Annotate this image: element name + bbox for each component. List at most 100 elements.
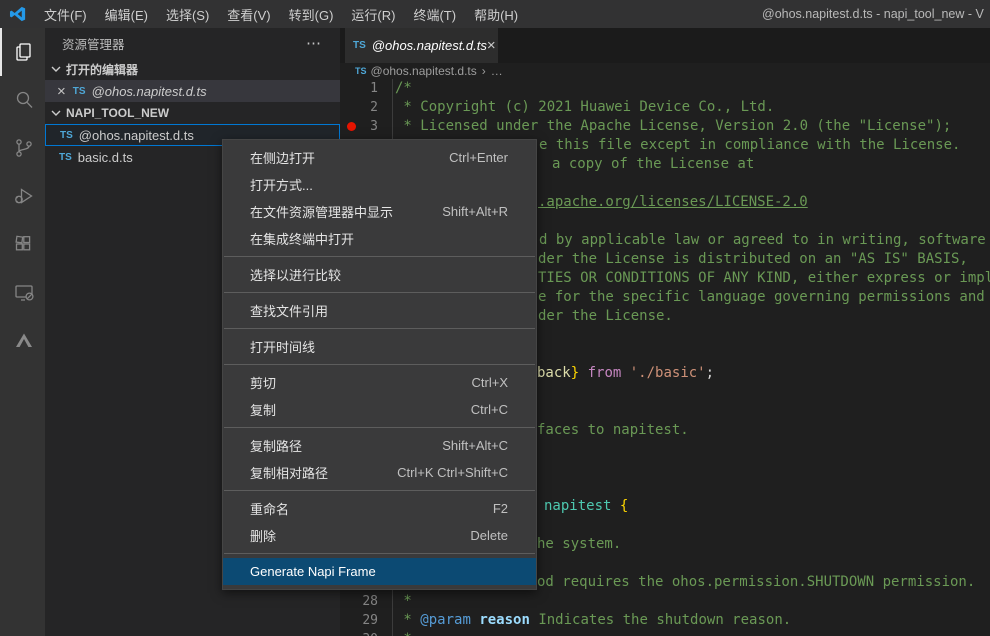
breadcrumb[interactable]: TS @ohos.napitest.d.ts › … bbox=[340, 63, 990, 79]
menu-item-shortcut: Shift+Alt+C bbox=[442, 438, 508, 453]
tab-label: @ohos.napitest.d.ts bbox=[372, 38, 487, 53]
open-editor-item[interactable]: ×TS@ohos.napitest.d.ts bbox=[45, 80, 340, 102]
token-brace: { bbox=[620, 498, 628, 514]
token-comment: /* bbox=[395, 80, 412, 96]
ts-file-icon: TS bbox=[73, 86, 86, 97]
code-text: od requires the ohos.permission.SHUTDOWN… bbox=[537, 573, 975, 592]
run-debug-icon bbox=[12, 184, 36, 208]
tab-ohos-napitest[interactable]: TS @ohos.napitest.d.ts × bbox=[345, 28, 498, 63]
breadcrumb-symbol[interactable]: … bbox=[491, 64, 503, 78]
code-text: /* bbox=[395, 79, 412, 98]
menu-item-4-0[interactable]: 剪切Ctrl+X bbox=[223, 369, 536, 396]
menubar-item-3[interactable]: 选择(S) bbox=[157, 0, 218, 28]
deveco-triangle-icon bbox=[12, 328, 36, 352]
menu-separator bbox=[224, 364, 535, 365]
token-plain bbox=[579, 365, 587, 381]
menu-item-3-0[interactable]: 打开时间线 bbox=[223, 333, 536, 360]
code-text: .apache.org/licenses/LICENSE-2.0 bbox=[538, 193, 808, 212]
token-comment: der the License is distributed on an "AS… bbox=[538, 251, 968, 267]
code-text: e this file except in compliance with th… bbox=[539, 136, 960, 155]
code-text: he system. bbox=[537, 535, 621, 554]
token-comment: Indicates the shutdown reason. bbox=[530, 612, 791, 628]
tab-close-icon[interactable]: × bbox=[487, 37, 496, 54]
token-brace: } bbox=[571, 365, 579, 381]
activity-bar bbox=[0, 28, 45, 636]
token-comment: * Copyright (c) 2021 Huawei Device Co., … bbox=[395, 99, 774, 115]
code-text: der the License is distributed on an "AS… bbox=[538, 250, 968, 269]
menu-item-6-1[interactable]: 删除Delete bbox=[223, 522, 536, 549]
code-text: a copy of the License at bbox=[552, 155, 754, 174]
code-text: * bbox=[395, 592, 412, 611]
menubar-item-7[interactable]: 终端(T) bbox=[404, 0, 465, 28]
section-label: NAPI_TOOL_NEW bbox=[66, 106, 169, 120]
code-text: e for the specific language governing pe… bbox=[538, 288, 985, 307]
menu-item-5-1[interactable]: 复制相对路径Ctrl+K Ctrl+Shift+C bbox=[223, 459, 536, 486]
menubar-item-8[interactable]: 帮助(H) bbox=[465, 0, 527, 28]
activitybar-run-debug-button[interactable] bbox=[0, 172, 45, 220]
source-control-icon bbox=[12, 136, 36, 160]
title-bar: 文件(F)编辑(E)选择(S)查看(V)转到(G)运行(R)终端(T)帮助(H)… bbox=[0, 0, 990, 28]
file-name: basic.d.ts bbox=[78, 150, 133, 165]
code-line-2[interactable]: 2 * Copyright (c) 2021 Huawei Device Co.… bbox=[340, 98, 990, 117]
code-line-1[interactable]: 1/* bbox=[340, 79, 990, 98]
menu-item-0-3[interactable]: 在集成终端中打开 bbox=[223, 225, 536, 252]
code-line-29[interactable]: 29 * @param reason Indicates the shutdow… bbox=[340, 611, 990, 630]
menu-item-shortcut: Ctrl+Enter bbox=[449, 150, 508, 165]
menubar-item-1[interactable]: 文件(F) bbox=[35, 0, 96, 28]
menubar-item-2[interactable]: 编辑(E) bbox=[96, 0, 157, 28]
token-comment: e for the specific language governing pe… bbox=[538, 289, 985, 305]
menu-item-shortcut: Ctrl+X bbox=[472, 375, 508, 390]
section-header-open-editors[interactable]: 打开的编辑器 bbox=[45, 58, 340, 80]
chevron-down-icon bbox=[48, 61, 64, 77]
menu-item-label: Generate Napi Frame bbox=[250, 564, 376, 579]
menubar-item-4[interactable]: 查看(V) bbox=[218, 0, 279, 28]
token-comment: d by applicable law or agreed to in writ… bbox=[539, 232, 986, 248]
ts-file-icon: TS bbox=[353, 40, 366, 51]
menu-item-0-2[interactable]: 在文件资源管理器中显示Shift+Alt+R bbox=[223, 198, 536, 225]
file-name: @ohos.napitest.d.ts bbox=[79, 128, 194, 143]
close-icon[interactable]: × bbox=[57, 83, 66, 100]
activitybar-source-control-button[interactable] bbox=[0, 124, 45, 172]
menu-item-2-0[interactable]: 查找文件引用 bbox=[223, 297, 536, 324]
code-text: TIES OR CONDITIONS OF ANY KIND, either e… bbox=[538, 269, 990, 288]
breadcrumb-file[interactable]: @ohos.napitest.d.ts bbox=[371, 64, 477, 78]
more-actions-icon[interactable]: ⋯ bbox=[306, 34, 322, 52]
token-ident: back bbox=[537, 365, 571, 381]
menubar-item-5[interactable]: 转到(G) bbox=[280, 0, 343, 28]
extensions-icon bbox=[12, 232, 36, 256]
menu-item-0-0[interactable]: 在侧边打开 Ctrl+Enter bbox=[223, 144, 536, 171]
menu-item-1-0[interactable]: 选择以进行比较 bbox=[223, 261, 536, 288]
activitybar-deveco-triangle-button[interactable] bbox=[0, 316, 45, 364]
code-line-28[interactable]: 28 * bbox=[340, 592, 990, 611]
menu-item-label: 删除 bbox=[250, 526, 276, 545]
activitybar-remote-explorer-button[interactable] bbox=[0, 268, 45, 316]
activitybar-files-button[interactable] bbox=[0, 28, 45, 76]
token-comment: faces to napitest. bbox=[537, 422, 689, 438]
menu-separator bbox=[224, 553, 535, 554]
menu-item-5-0[interactable]: 复制路径Shift+Alt+C bbox=[223, 432, 536, 459]
menu-separator bbox=[224, 427, 535, 428]
menu-item-generate-napi-frame[interactable]: Generate Napi Frame bbox=[223, 558, 536, 585]
vscode-logo-icon bbox=[9, 5, 27, 23]
vscode-window: 文件(F)编辑(E)选择(S)查看(V)转到(G)运行(R)终端(T)帮助(H)… bbox=[0, 0, 990, 636]
activitybar-search-button[interactable] bbox=[0, 76, 45, 124]
explorer-title: 资源管理器 bbox=[62, 34, 125, 53]
menu-item-6-0[interactable]: 重命名F2 bbox=[223, 495, 536, 522]
section-header-napi-tool-new[interactable]: NAPI_TOOL_NEW bbox=[45, 102, 340, 124]
menu-item-label: 在侧边打开 bbox=[250, 148, 315, 167]
code-line-30[interactable]: 30 * bbox=[340, 630, 990, 636]
line-number: 3 bbox=[340, 117, 378, 136]
menubar-item-6[interactable]: 运行(R) bbox=[342, 0, 404, 28]
activitybar-extensions-button[interactable] bbox=[0, 220, 45, 268]
menu-item-4-1[interactable]: 复制Ctrl+C bbox=[223, 396, 536, 423]
menu-item-0-1[interactable]: 打开方式... bbox=[223, 171, 536, 198]
breadcrumb-separator-icon: › bbox=[482, 64, 486, 78]
menu-bar: 文件(F)编辑(E)选择(S)查看(V)转到(G)运行(R)终端(T)帮助(H) bbox=[35, 0, 527, 28]
code-text: * Copyright (c) 2021 Huawei Device Co., … bbox=[395, 98, 774, 117]
context-menu: 在侧边打开 Ctrl+Enter 打开方式...在文件资源管理器中显示Shift+A… bbox=[222, 139, 537, 590]
line-number: 2 bbox=[340, 98, 378, 117]
token-keyword: from bbox=[588, 365, 622, 381]
token-comment: TIES OR CONDITIONS OF ANY KIND, either e… bbox=[538, 270, 990, 286]
code-line-3[interactable]: 3 * Licensed under the Apache License, V… bbox=[340, 117, 990, 136]
token-tag: @param bbox=[420, 612, 471, 628]
